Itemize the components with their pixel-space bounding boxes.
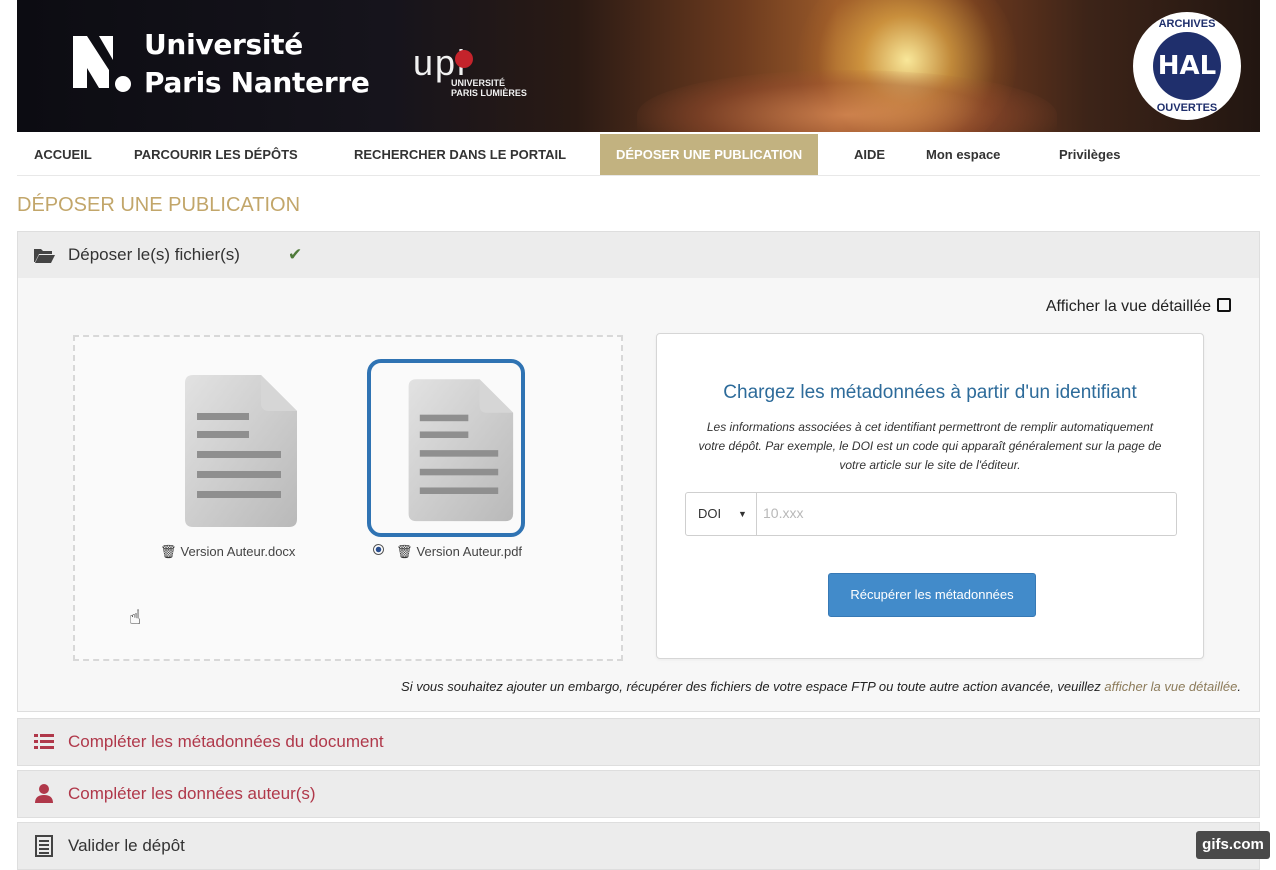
nav-item-parcourir[interactable]: PARCOURIR LES DÉPÔTS — [134, 134, 298, 175]
page-title: DÉPOSER UNE PUBLICATION — [17, 194, 301, 216]
header-banner: Université Paris Nanterre upl UNIVERSITÉ… — [17, 0, 1260, 132]
identifier-type-value: DOI — [698, 506, 722, 521]
list-icon — [34, 734, 54, 749]
advanced-note-end: . — [1237, 679, 1241, 694]
caret-down-icon: ▼ — [738, 509, 747, 519]
selected-file-tile[interactable] — [367, 359, 525, 537]
detail-view-checkbox[interactable] — [1217, 298, 1231, 312]
check-icon: ✔ — [288, 245, 303, 264]
trash-icon[interactable]: 🗑 — [160, 544, 177, 560]
nav-item-mon-espace[interactable]: Mon espace — [926, 134, 1000, 175]
section-metadata-header[interactable]: Compléter les métadonnées du document — [17, 718, 1260, 766]
gifs-watermark: gifs.com — [1196, 831, 1270, 859]
identifier-panel-description: Les informations associées à cet identif… — [698, 420, 1162, 472]
upl-red-dot-icon — [455, 50, 473, 68]
file-caption-docx: 🗑 Version Auteur.docx — [160, 544, 295, 560]
show-detailed-view-link[interactable]: afficher la vue détaillée — [1104, 679, 1237, 694]
detail-view-label: Afficher la vue détaillée — [1045, 298, 1211, 315]
section-validate-header[interactable]: Valider le dépôt — [17, 822, 1260, 870]
hal-logo-bottom-text: OUVERTES — [1156, 102, 1218, 114]
identifier-input-group: DOI ▼ — [685, 492, 1177, 536]
nav-item-privileges[interactable]: Privilèges — [1059, 134, 1120, 175]
file-name-docx: Version Auteur.docx — [180, 544, 296, 559]
hal-logo-top-text: ARCHIVES — [1158, 18, 1216, 30]
upl-logo: upl UNIVERSITÉ PARIS LUMIÈRES — [413, 42, 527, 98]
nav-item-aide[interactable]: AIDE — [854, 134, 885, 175]
nav-item-accueil[interactable]: ACCUEIL — [34, 134, 92, 175]
section-files-label: Déposer le(s) fichier(s) — [68, 245, 240, 264]
file-drop-zone[interactable]: 🗑 Version Auteur.docx 🗑 Version Auteur.pdf — [73, 335, 623, 661]
advanced-note-text: Si vous souhaitez ajouter un embargo, ré… — [401, 679, 1105, 694]
section-metadata-label: Compléter les métadonnées du document — [68, 732, 384, 751]
file-caption-pdf: 🗑 Version Auteur.pdf — [373, 544, 522, 560]
identifier-type-select[interactable]: DOI ▼ — [686, 493, 757, 535]
identifier-input[interactable] — [757, 493, 1169, 533]
paris-nanterre-logo-icon — [73, 36, 131, 92]
folder-open-icon — [34, 249, 55, 263]
upl-subtitle: UNIVERSITÉ PARIS LUMIÈRES — [451, 78, 561, 98]
detail-view-toggle[interactable]: Afficher la vue détaillée — [1046, 298, 1231, 316]
user-icon — [35, 784, 53, 803]
identifier-metadata-panel: Chargez les métadonnées à partir d'un id… — [656, 333, 1204, 659]
main-nav: ACCUEIL PARCOURIR LES DÉPÔTS RECHERCHER … — [17, 134, 1260, 176]
hal-logo-center-text: HAL — [1153, 32, 1221, 100]
upl-subtitle-line2: PARIS LUMIÈRES — [451, 88, 527, 98]
document-icon[interactable] — [179, 373, 299, 533]
identifier-panel-title: Chargez les métadonnées à partir d'un id… — [723, 382, 1137, 403]
upl-subtitle-line1: UNIVERSITÉ — [451, 78, 506, 88]
section-validate-label: Valider le dépôt — [68, 836, 185, 855]
document-list-icon — [35, 835, 53, 857]
file-name-pdf: Version Auteur.pdf — [416, 544, 523, 559]
hand-cursor-icon: ☝ — [129, 607, 142, 629]
advanced-options-note: Si vous souhaitez ajouter un embargo, ré… — [401, 679, 1241, 694]
section-files-header[interactable]: Déposer le(s) fichier(s) ✔ — [17, 231, 1260, 279]
trash-icon[interactable]: 🗑 — [396, 544, 413, 560]
hal-logo[interactable]: ARCHIVES HAL OUVERTES — [1133, 12, 1241, 120]
nav-item-deposer[interactable]: DÉPOSER UNE PUBLICATION — [600, 134, 819, 175]
section-authors-header[interactable]: Compléter les données auteur(s) — [17, 770, 1260, 818]
fetch-metadata-button[interactable]: Récupérer les métadonnées — [828, 573, 1036, 617]
section-authors-label: Compléter les données auteur(s) — [68, 784, 316, 803]
main-file-radio[interactable] — [373, 544, 384, 555]
university-name-line1: Université — [144, 28, 303, 61]
university-name: Université Paris Nanterre — [144, 26, 370, 102]
document-icon — [408, 379, 514, 522]
section-files-body: Afficher la vue détaillée 🗑 Version Auteu… — [17, 278, 1260, 712]
university-name-line2: Paris Nanterre — [144, 66, 370, 99]
nav-item-rechercher[interactable]: RECHERCHER DANS LE PORTAIL — [354, 134, 566, 175]
